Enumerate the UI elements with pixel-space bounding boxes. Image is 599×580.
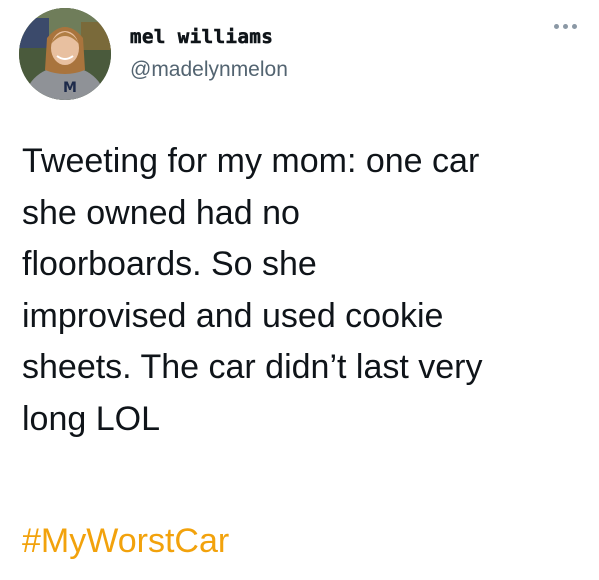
profile-photo-icon: M <box>19 8 111 100</box>
tweet-line: she owned had no <box>22 193 300 232</box>
more-dot <box>554 24 559 29</box>
more-dot <box>563 24 568 29</box>
tweet-line: floorboards. So she <box>22 245 317 283</box>
display-name[interactable]: mel williams <box>130 26 273 49</box>
user-handle[interactable]: @madelynmelon <box>130 58 288 82</box>
ellipsis-icon[interactable] <box>554 24 577 29</box>
tweet-line: sheets. The car didn’t last very <box>22 348 483 386</box>
svg-text:M: M <box>63 80 77 96</box>
tweet-line: improvised and used cookie <box>22 296 444 335</box>
tweet-text: Tweeting for my mom: one car she owned h… <box>22 136 582 445</box>
more-dot <box>572 24 577 29</box>
hashtag-link[interactable]: #MyWorstCar <box>22 516 229 567</box>
tweet-card: M mel williams @madelynmelon Tweeting fo… <box>0 0 599 580</box>
tweet-line: long LOL <box>22 399 160 438</box>
avatar[interactable]: M <box>19 8 111 100</box>
tweet-line: Tweeting for my mom: one car <box>22 142 480 180</box>
